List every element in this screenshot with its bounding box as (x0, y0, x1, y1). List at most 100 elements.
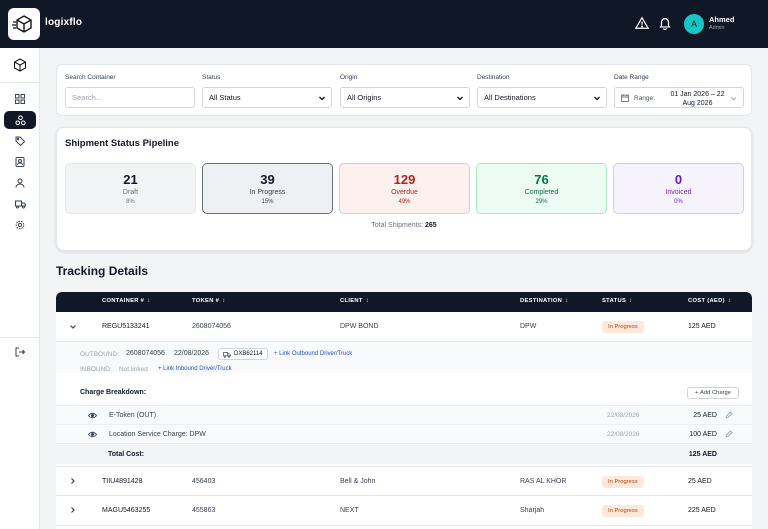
stat-count: 0 (614, 172, 743, 187)
stat-card-overdue[interactable]: 129 Overdue 49% (339, 163, 470, 214)
sort-icon: ↕ (222, 298, 225, 304)
column-header-cost[interactable]: COST (AED)↕ (688, 298, 731, 304)
sidebar-item-trucks[interactable] (4, 195, 36, 213)
chevron-down-icon (730, 95, 737, 102)
origin-select[interactable]: All Origins (340, 87, 470, 108)
stat-card-invoiced[interactable]: 0 Invoiced 0% (613, 163, 744, 214)
destination-select[interactable]: All Destinations (477, 87, 607, 108)
cost-cell: 125 AED (688, 323, 716, 330)
column-header-client[interactable]: CLIENT↕ (340, 298, 369, 304)
app-logo[interactable] (8, 8, 40, 40)
total-cost-value: 125 AED (677, 451, 717, 458)
add-charge-button[interactable]: + Add Charge (687, 387, 739, 399)
date-range-prefix: Range: (634, 95, 655, 102)
search-label: Search Container (65, 74, 116, 81)
client-cell: DPW BOND (340, 323, 379, 330)
container-cell: TIIU4891428 (102, 478, 142, 485)
link-inbound-driver-link[interactable]: + Link Inbound Driver/Truck (158, 366, 232, 372)
user-name[interactable]: Ahmed (709, 15, 734, 24)
stat-percent: 15% (203, 199, 332, 205)
eye-icon[interactable] (88, 412, 97, 419)
stat-percent: 49% (340, 199, 469, 205)
stat-card-in-progress[interactable]: 39 In Progress 15% (202, 163, 333, 214)
column-label: TOKEN # (192, 298, 219, 304)
tag-icon (15, 136, 25, 146)
charge-row: E-Token (OUT) 22/08/2026 25 AED (56, 405, 752, 424)
logout-button[interactable] (4, 343, 36, 361)
column-label: CLIENT (340, 298, 363, 304)
link-outbound-driver-link[interactable]: + Link Outbound Driver/Truck (274, 351, 352, 357)
chevron-down-icon[interactable] (69, 323, 77, 331)
sidebar-item-settings[interactable] (4, 216, 36, 234)
dashboard-icon (15, 94, 25, 104)
sidebar-item-shipments[interactable] (4, 111, 36, 129)
sidebar-item-dashboard[interactable] (4, 90, 36, 108)
chevron-down-icon (593, 94, 601, 102)
sidebar-item-users[interactable] (4, 174, 36, 192)
user-role: Admin (709, 25, 725, 31)
edit-pencil-icon[interactable] (725, 411, 733, 419)
origin-label: Origin (340, 74, 357, 81)
total-cost-label: Total Cost: (108, 451, 144, 458)
pipeline-title: Shipment Status Pipeline (65, 138, 179, 149)
date-range-label: Date Range (614, 74, 649, 81)
stat-label: Draft (66, 189, 195, 196)
logo-box-icon (12, 12, 36, 36)
total-shipments: Total Shipments: 265 (57, 222, 751, 229)
total-cost-row: Total Cost: 125 AED (56, 443, 752, 464)
column-header-token[interactable]: TOKEN #↕ (192, 298, 225, 304)
logout-icon (15, 347, 25, 357)
sidebar-logo-icon[interactable] (12, 57, 28, 73)
column-header-container[interactable]: CONTAINER #↕ (102, 298, 150, 304)
status-select[interactable]: All Status (202, 87, 332, 108)
origin-select-value: All Origins (347, 93, 381, 102)
chevron-down-icon (318, 94, 326, 102)
stat-count: 129 (340, 172, 469, 187)
destination-cell: DPW (520, 323, 536, 330)
stat-label: Overdue (340, 189, 469, 196)
link-label: Link Inbound Driver/Truck (163, 366, 231, 372)
sidebar-item-contacts[interactable] (4, 153, 36, 171)
outbound-date: 22/08/2026 (174, 350, 209, 357)
table-row[interactable]: REGU5133241 2608074056 DPW BOND DPW In P… (56, 312, 752, 342)
column-header-status[interactable]: STATUS↕ (602, 298, 632, 304)
total-shipments-value: 265 (425, 222, 437, 229)
stat-count: 39 (203, 172, 332, 187)
token-cell: 455863 (192, 507, 215, 514)
column-label: DESTINATION (520, 298, 562, 304)
column-header-destination[interactable]: DESTINATION↕ (520, 298, 568, 304)
destination-label: Destination (477, 74, 510, 81)
chevron-right-icon[interactable] (69, 506, 77, 514)
shipments-icon (15, 115, 26, 126)
charge-breakdown-header: Charge Breakdown: + Add Charge (56, 380, 752, 402)
settings-icon (15, 220, 25, 230)
sort-icon: ↕ (728, 298, 731, 304)
avatar[interactable]: A (684, 14, 704, 34)
truck-plate-chip[interactable]: DXB62114 (218, 348, 268, 360)
stat-card-completed[interactable]: 76 Completed 29% (476, 163, 607, 214)
sidebar-item-tags[interactable] (4, 132, 36, 150)
eye-icon[interactable] (88, 431, 97, 438)
add-charge-label: Add Charge (700, 390, 731, 396)
charge-name: Location Service Charge: DPW (109, 431, 206, 438)
table-row[interactable]: TIIU4891428 456403 Bell & John RAS AL KH… (56, 466, 752, 496)
table-row[interactable]: MAGU5463255 455863 NEXT Sharjah In Progr… (56, 496, 752, 526)
sort-icon: ↕ (366, 298, 369, 304)
calendar-icon (621, 94, 629, 102)
bell-icon[interactable] (658, 16, 672, 30)
sort-icon: ↕ (629, 298, 632, 304)
alert-triangle-icon[interactable] (635, 16, 649, 30)
status-badge: In Progress (602, 476, 644, 488)
total-shipments-label: Total Shipments: (371, 222, 423, 229)
stat-card-draft[interactable]: 21 Draft 8% (65, 163, 196, 214)
date-range-picker[interactable]: Range: 01 Jan 2026 – 22 Aug 2026 (614, 87, 744, 108)
chevron-right-icon[interactable] (69, 477, 77, 485)
truck-icon (223, 351, 231, 358)
sort-icon: ↕ (565, 298, 568, 304)
link-details-section: OUTBOUND: 2608074056 22/08/2026 DXB62114… (56, 342, 752, 373)
charge-amount: 25 AED (677, 412, 717, 419)
edit-pencil-icon[interactable] (725, 430, 733, 438)
status-label: Status (202, 74, 220, 81)
search-input[interactable]: Search... (65, 87, 195, 108)
brand-name: logixflo (45, 17, 82, 28)
